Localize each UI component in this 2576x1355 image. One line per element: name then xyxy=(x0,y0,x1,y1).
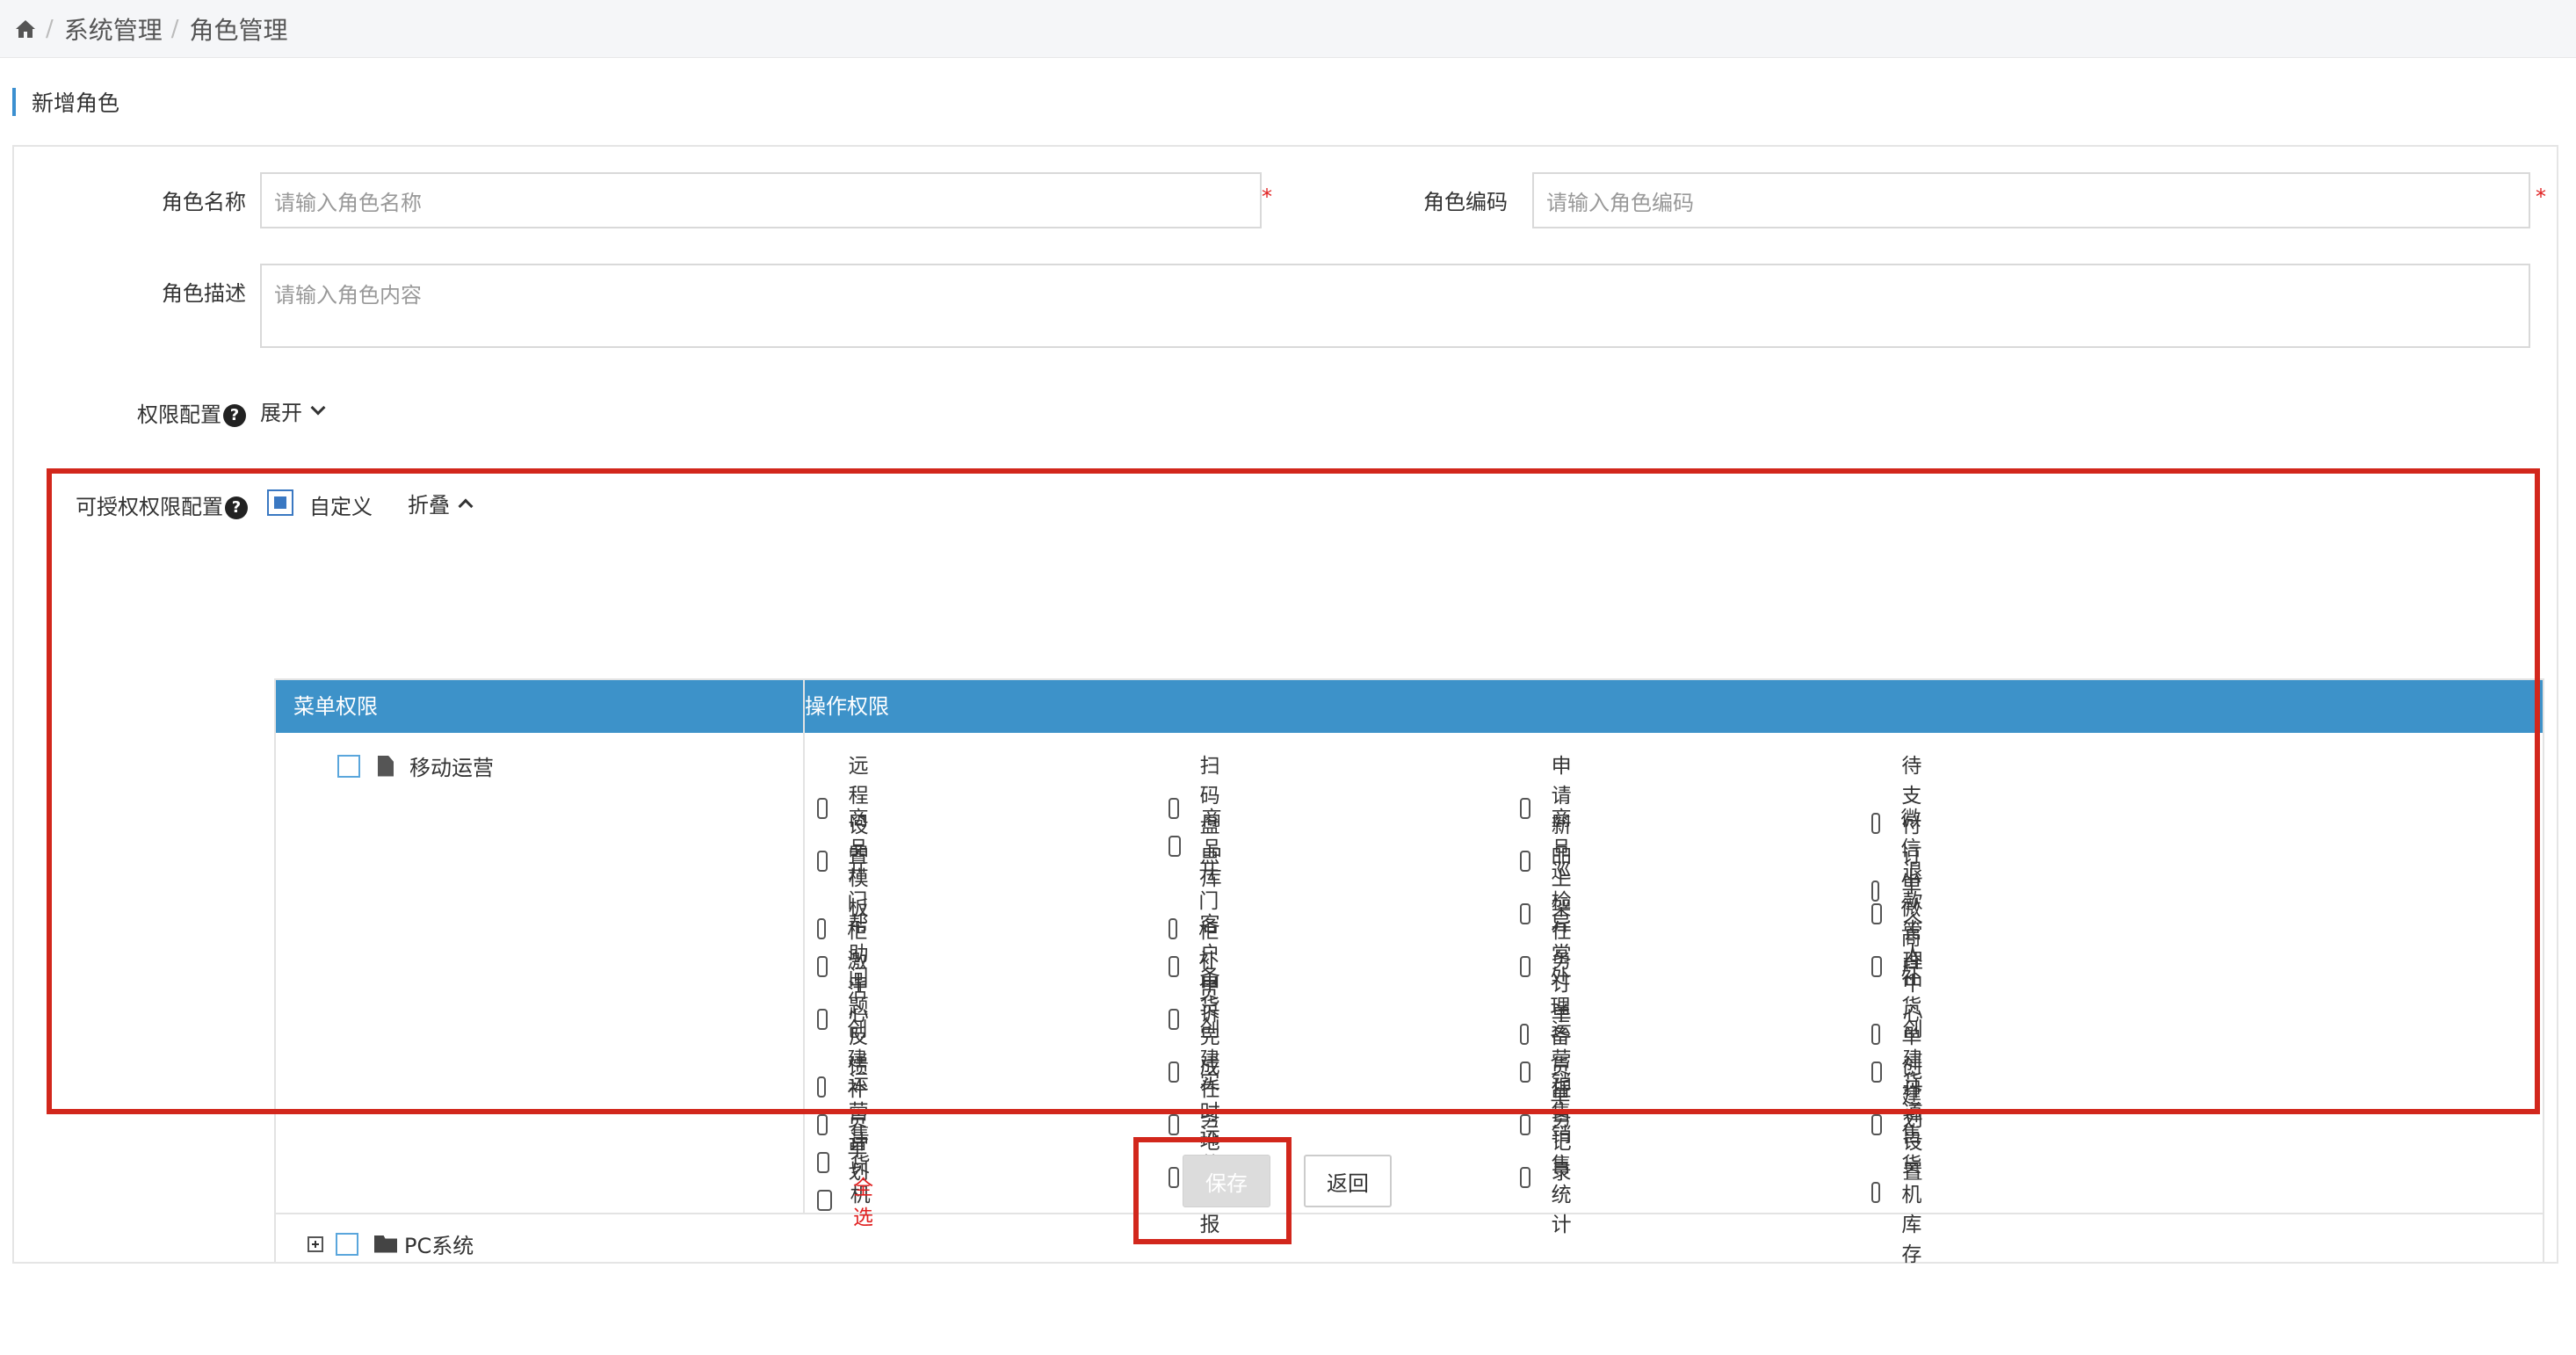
operation-label: 售货机库存 xyxy=(1901,1124,1922,1266)
operation-checkbox-item[interactable]: 销售统计 xyxy=(1520,1118,1582,1237)
row-divider xyxy=(276,1213,2543,1214)
select-all-label: 全选 xyxy=(853,1177,874,1229)
folder-icon xyxy=(374,1235,397,1253)
breadcrumb-system-management[interactable]: 系统管理 xyxy=(64,11,163,47)
select-all-item[interactable]: 全选 xyxy=(817,1170,879,1230)
perm-config-label: 权限配置? xyxy=(67,397,246,428)
operation-checkbox[interactable] xyxy=(1169,1167,1179,1188)
chevron-up-icon xyxy=(458,498,474,513)
custom-label: 自定义 xyxy=(309,495,373,519)
tree-node-label: 移动运营 xyxy=(409,756,494,780)
table-header: 菜单权限 操作权限 xyxy=(276,680,2543,733)
home-icon[interactable] xyxy=(14,18,37,40)
help-icon[interactable]: ? xyxy=(225,496,248,519)
collapse-label: 折叠 xyxy=(408,493,450,518)
grant-config-label: 可授权权限配置? xyxy=(49,489,248,520)
breadcrumb-role-management[interactable]: 角色管理 xyxy=(190,11,288,47)
column-divider xyxy=(803,680,805,1214)
form-panel: 角色名称 请输入角色名称 * 角色编码 请输入角色编码 * 角色描述 请输入角色… xyxy=(12,145,2558,1266)
operation-label: 销售统计 xyxy=(1551,1124,1572,1236)
column-menu-permission: 菜单权限 xyxy=(293,694,378,719)
tree-node-checkbox[interactable] xyxy=(337,754,360,778)
grant-config-collapse-toggle[interactable]: 折叠 xyxy=(408,488,474,518)
tree-node-pc-system[interactable]: PC系统 xyxy=(308,1228,474,1259)
expand-plus-icon[interactable] xyxy=(308,1235,323,1252)
select-all-checkbox[interactable] xyxy=(817,1190,833,1211)
permission-table: 菜单权限 操作权限 移动运营 远程设置 扫码盘点 申请新品 待支付订单 商品模板 商品库商… xyxy=(274,678,2544,1266)
custom-checkbox[interactable] xyxy=(267,489,293,516)
breadcrumb-separator: / xyxy=(46,15,54,42)
expand-label: 展开 xyxy=(260,401,302,425)
tree-node-label: PC系统 xyxy=(404,1234,474,1258)
breadcrumb: / 系统管理 / 角色管理 xyxy=(0,0,2576,58)
perm-config-expand-toggle[interactable]: 展开 xyxy=(260,395,326,426)
column-operation-permission: 操作权限 xyxy=(805,694,889,719)
role-name-label: 角色名称 xyxy=(162,190,246,214)
role-name-input[interactable]: 请输入角色名称 xyxy=(260,172,1262,228)
role-desc-label: 角色描述 xyxy=(162,281,246,306)
document-icon xyxy=(378,755,394,777)
role-code-label: 角色编码 xyxy=(1423,190,1508,214)
chevron-down-icon xyxy=(310,400,326,415)
operation-checkbox[interactable] xyxy=(1520,1167,1530,1188)
section-accent-bar xyxy=(12,88,16,116)
role-name-required-mark: * xyxy=(1262,185,1272,209)
role-desc-textarea[interactable]: 请输入角色内容 xyxy=(260,264,2530,348)
back-button[interactable]: 返回 xyxy=(1304,1155,1392,1207)
page-title: 新增角色 xyxy=(32,91,120,116)
perm-config-label-text: 权限配置 xyxy=(137,402,221,427)
grant-config-label-text: 可授权权限配置 xyxy=(76,495,223,519)
section-header: 新增角色 xyxy=(12,86,119,118)
help-icon[interactable]: ? xyxy=(223,404,246,427)
role-code-required-mark: * xyxy=(2536,185,2546,209)
tree-node-mobile-ops[interactable]: 移动运营 xyxy=(337,750,494,781)
operation-checkbox[interactable] xyxy=(1871,1182,1881,1203)
save-button[interactable]: 保存 xyxy=(1183,1155,1270,1207)
operation-checkbox-item[interactable]: 售货机库存 xyxy=(1871,1118,1934,1267)
tree-node-checkbox[interactable] xyxy=(336,1232,358,1256)
breadcrumb-separator: / xyxy=(170,15,179,42)
role-code-input[interactable]: 请输入角色编码 xyxy=(1532,172,2530,228)
